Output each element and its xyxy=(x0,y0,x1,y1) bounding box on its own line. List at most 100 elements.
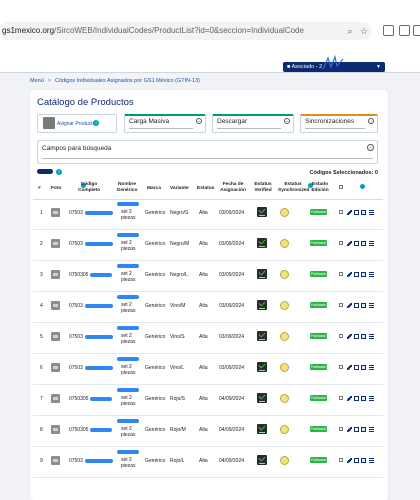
select-all-checkbox[interactable] xyxy=(339,185,343,189)
info-icon[interactable] xyxy=(360,184,365,189)
row-estatus: Alta xyxy=(199,210,208,216)
chevron-down-icon[interactable]: ⌄ xyxy=(367,144,374,151)
row-checkbox[interactable] xyxy=(339,241,343,245)
id-card-icon[interactable] xyxy=(361,303,366,308)
zoom-icon[interactable]: ⌕ xyxy=(344,25,356,37)
id-card-icon[interactable] xyxy=(361,427,366,432)
edit-icon[interactable] xyxy=(347,365,352,370)
row-number: 7 xyxy=(40,396,43,402)
asignar-producto-label[interactable]: Asignar Producto xyxy=(57,121,95,127)
edit-icon[interactable] xyxy=(347,396,352,401)
redaction-mark xyxy=(117,326,139,330)
row-variante: Vino/L xyxy=(170,365,185,371)
id-card-icon[interactable] xyxy=(361,458,366,463)
row-variante: Vino/M xyxy=(170,303,186,309)
verified-check-icon xyxy=(257,393,267,403)
document-icon[interactable] xyxy=(354,334,359,339)
document-icon[interactable] xyxy=(354,427,359,432)
row-checkbox[interactable] xyxy=(339,396,343,400)
row-marca: Genérico xyxy=(145,427,166,433)
id-card-icon[interactable] xyxy=(361,241,366,246)
row-number: 9 xyxy=(40,458,43,464)
document-icon[interactable] xyxy=(354,241,359,246)
breadcrumb-menu[interactable]: Menú xyxy=(30,78,44,84)
document-icon[interactable] xyxy=(354,458,359,463)
descargar-card[interactable]: Descargar ⌄ xyxy=(212,114,294,133)
info-circle-icon[interactable]: ⌄ xyxy=(368,118,374,124)
document-icon[interactable] xyxy=(354,210,359,215)
row-checkbox[interactable] xyxy=(339,272,343,276)
redaction-mark xyxy=(90,273,112,277)
document-icon[interactable] xyxy=(354,396,359,401)
help-icon[interactable]: ? xyxy=(93,120,99,126)
verified-check-icon xyxy=(257,455,267,465)
edit-icon[interactable] xyxy=(347,241,352,246)
row-code: 07503 xyxy=(69,334,83,340)
row-fecha: 03/09/2024 xyxy=(219,241,245,247)
row-checkbox[interactable] xyxy=(339,458,343,462)
row-number: 5 xyxy=(40,334,43,340)
list-icon[interactable] xyxy=(369,303,374,308)
document-icon[interactable] xyxy=(354,365,359,370)
row-number: 3 xyxy=(40,272,43,278)
info-circle-icon[interactable]: ⌄ xyxy=(284,118,290,124)
sync-status-icon xyxy=(280,456,289,465)
list-icon[interactable] xyxy=(369,210,374,215)
info-circle-icon[interactable]: ⌄ xyxy=(196,118,202,124)
row-estatus: Alta xyxy=(199,427,208,433)
edit-icon[interactable] xyxy=(347,334,352,339)
search-fields-panel[interactable]: Campos para búsqueda ⌄ xyxy=(37,140,378,164)
page-title: Catálogo de Productos xyxy=(37,97,134,108)
edit-icon[interactable] xyxy=(347,303,352,308)
id-card-icon[interactable] xyxy=(361,272,366,277)
info-icon[interactable]: ? xyxy=(56,169,62,175)
row-checkbox[interactable] xyxy=(339,334,343,338)
sync-status-icon xyxy=(280,301,289,310)
row-name: set 2 piezas xyxy=(121,302,136,314)
extension-puzzle-icon[interactable] xyxy=(399,25,410,36)
extension-icon[interactable] xyxy=(383,25,394,36)
row-code: 07503 xyxy=(69,210,83,216)
row-estatus: Alta xyxy=(199,272,208,278)
row-marca: Genérico xyxy=(145,365,166,371)
url-text[interactable]: gs1mexico.org/SircoWEB/IndividualCodes/P… xyxy=(2,24,304,38)
id-card-icon[interactable] xyxy=(361,396,366,401)
edit-icon[interactable] xyxy=(347,272,352,277)
row-checkbox[interactable] xyxy=(339,210,343,214)
edit-icon[interactable] xyxy=(347,210,352,215)
list-icon[interactable] xyxy=(369,396,374,401)
row-name: set 2 piezas xyxy=(121,240,136,252)
row-checkbox[interactable] xyxy=(339,303,343,307)
document-icon[interactable] xyxy=(354,303,359,308)
row-marca: Genérico xyxy=(145,272,166,278)
row-checkbox[interactable] xyxy=(339,365,343,369)
row-fecha: 04/09/2024 xyxy=(219,396,245,402)
list-icon[interactable] xyxy=(369,458,374,463)
row-fecha: 03/09/2024 xyxy=(219,210,245,216)
row-number: 6 xyxy=(40,365,43,371)
bookmark-star-icon[interactable]: ☆ xyxy=(358,25,370,37)
row-fecha: 03/09/2024 xyxy=(219,272,245,278)
redaction-mark xyxy=(117,357,139,361)
carga-masiva-card[interactable]: Carga Masiva ⌄ xyxy=(124,114,206,133)
list-icon[interactable] xyxy=(369,241,374,246)
list-icon[interactable] xyxy=(369,427,374,432)
edit-icon[interactable] xyxy=(347,458,352,463)
list-icon[interactable] xyxy=(369,365,374,370)
sincronizaciones-card[interactable]: Sincronizaciones ⌄ xyxy=(300,114,378,133)
col-edicion: Estado Edición xyxy=(311,182,329,193)
edit-icon[interactable] xyxy=(347,427,352,432)
id-card-icon[interactable] xyxy=(361,210,366,215)
document-icon[interactable] xyxy=(354,272,359,277)
row-checkbox[interactable] xyxy=(339,427,343,431)
profile-icon[interactable] xyxy=(413,25,420,36)
id-card-icon[interactable] xyxy=(361,334,366,339)
toggle-pill-button[interactable] xyxy=(37,169,53,174)
list-icon[interactable] xyxy=(369,334,374,339)
sync-status-icon xyxy=(280,208,289,217)
status-badge: Publicado xyxy=(310,364,327,370)
id-card-icon[interactable] xyxy=(361,365,366,370)
url-host: gs1mexico.org xyxy=(2,26,55,35)
card-underline xyxy=(305,128,365,129)
list-icon[interactable] xyxy=(369,272,374,277)
